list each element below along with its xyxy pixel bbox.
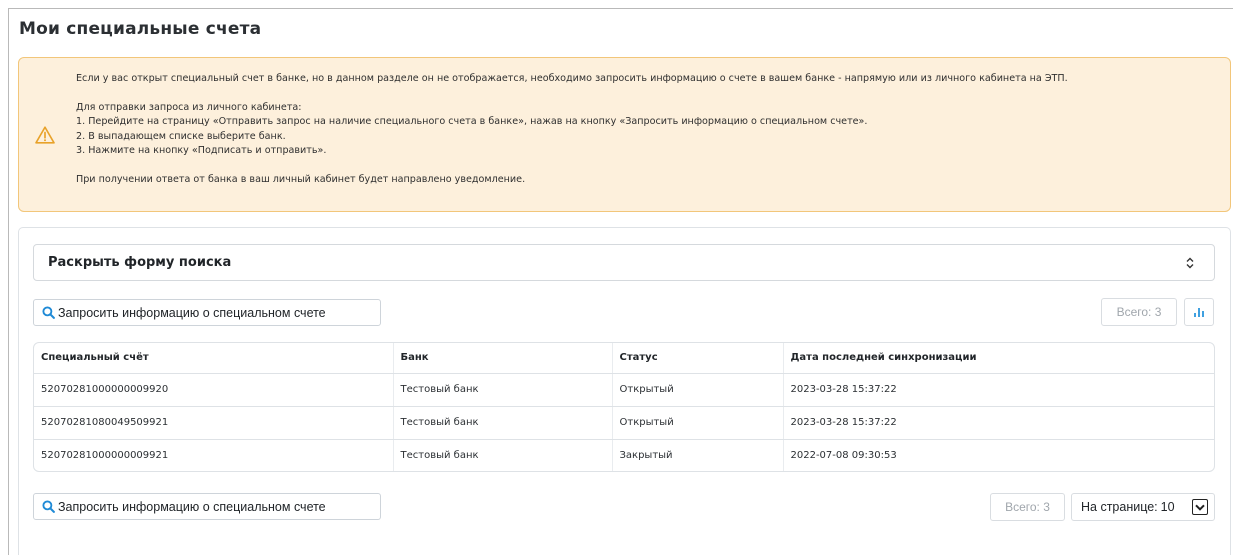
cell-status: Открытый [612, 406, 784, 440]
bar-chart-icon [1194, 313, 1196, 317]
per-page-value: 10 [1160, 500, 1175, 514]
cell-bank: Тестовый банк [393, 373, 613, 407]
total-count-top: Всего: 3 [1101, 298, 1177, 326]
per-page-dropdown[interactable] [1192, 499, 1208, 515]
request-info-button-top[interactable]: Запросить информацию о специальном счете [33, 299, 381, 326]
sort-caret-icon [1186, 257, 1194, 269]
cell-account: 52070281000000009920 [34, 373, 394, 407]
table-row[interactable]: 52070281080049509921 Тестовый банк Откры… [34, 406, 1214, 440]
info-alert: Если у вас открыт специальный счет в бан… [18, 57, 1231, 212]
cell-bank: Тестовый банк [393, 406, 613, 440]
cell-account: 52070281080049509921 [34, 406, 394, 440]
alert-footer: При получении ответа от банка в ваш личн… [76, 173, 526, 185]
cell-status: Закрытый [612, 439, 784, 471]
search-form-toggle-label: Раскрыть форму поиска [48, 255, 232, 270]
cell-sync-date: 2023-03-28 15:37:22 [783, 406, 1214, 440]
accounts-table: Специальный счёт Банк Статус Дата послед… [33, 342, 1215, 472]
alert-intro: Если у вас открыт специальный счет в бан… [76, 73, 1068, 84]
column-header-bank[interactable]: Банк [393, 343, 613, 374]
cell-bank: Тестовый банк [393, 439, 613, 471]
alert-step-3: 3. Нажмите на кнопку «Подписать и отправ… [76, 145, 327, 156]
cell-status: Открытый [612, 373, 784, 407]
alert-step-1: 1. Перейдите на страницу «Отправить запр… [76, 116, 868, 127]
column-header-account[interactable]: Специальный счёт [34, 343, 394, 374]
chart-toggle-button[interactable] [1184, 298, 1214, 326]
page-title: Мои специальные счета [19, 19, 262, 39]
alert-steps-heading: Для отправки запроса из личного кабинета… [76, 101, 302, 113]
column-header-sync-date[interactable]: Дата последней синхронизации [783, 343, 1214, 374]
table-row[interactable]: 52070281000000009921 Тестовый банк Закры… [34, 439, 1214, 471]
column-header-status[interactable]: Статус [612, 343, 784, 374]
cell-sync-date: 2023-03-28 15:37:22 [783, 373, 1214, 407]
per-page-label: На странице: [1081, 500, 1158, 514]
request-info-button-top-label: Запросить информацию о специальном счете [58, 305, 326, 320]
per-page-control: На странице: 10 [1071, 493, 1215, 521]
search-icon [42, 306, 55, 319]
warning-triangle-icon [35, 126, 55, 144]
table-header-row: Специальный счёт Банк Статус Дата послед… [34, 343, 1214, 374]
table-row[interactable]: 52070281000000009920 Тестовый банк Откры… [34, 373, 1214, 407]
search-icon [42, 500, 55, 513]
alert-text: Если у вас открыт специальный счет в бан… [76, 72, 1068, 187]
search-form-toggle[interactable]: Раскрыть форму поиска [33, 244, 1215, 281]
total-count-bottom: Всего: 3 [990, 493, 1065, 521]
cell-account: 52070281000000009921 [34, 439, 394, 471]
cell-sync-date: 2022-07-08 09:30:53 [790, 450, 897, 462]
alert-step-2: 2. В выпадающем списке выберите банк. [76, 130, 286, 142]
request-info-button-bottom[interactable]: Запросить информацию о специальном счете [33, 493, 381, 520]
chevron-down-icon [1195, 504, 1205, 511]
request-info-button-bottom-label: Запросить информацию о специальном счете [58, 499, 326, 514]
